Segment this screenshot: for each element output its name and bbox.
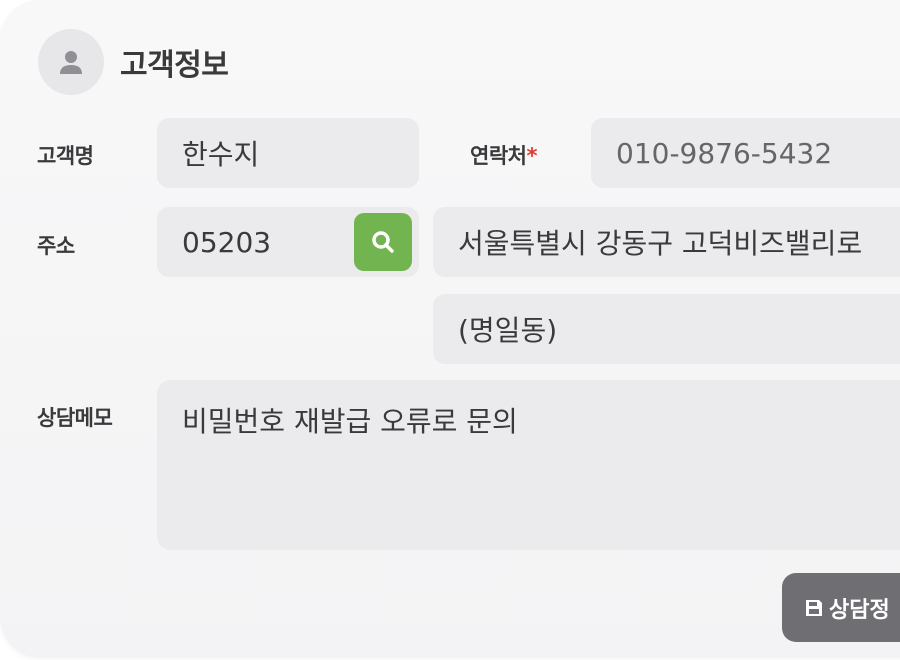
floppy-disk-icon	[806, 599, 822, 616]
address1-field[interactable]: 서울특별시 강동구 고덕비즈밸리로	[433, 207, 900, 277]
address-search-button[interactable]	[354, 213, 412, 271]
page-title: 고객정보	[120, 48, 229, 83]
save-consultation-button[interactable]: 상담정	[782, 573, 900, 642]
avatar	[38, 29, 104, 95]
address-label: 주소	[37, 234, 75, 258]
memo-label: 상담메모	[37, 406, 113, 430]
phone-label: 연락처*	[470, 140, 537, 170]
save-button-label: 상담정	[829, 597, 890, 623]
search-icon	[372, 231, 394, 253]
address2-field[interactable]: (명일동)	[433, 294, 900, 364]
required-mark: *	[526, 144, 537, 168]
card-header: 고객정보	[38, 29, 229, 95]
customer-info-card: 고객정보 고객명 한수지 연락처* 010-9876-5432 주소 05203…	[0, 0, 900, 658]
user-icon	[60, 51, 82, 74]
phone-field[interactable]: 010-9876-5432	[591, 118, 900, 188]
phone-label-text: 연락처	[470, 144, 527, 168]
name-label: 고객명	[37, 144, 94, 168]
memo-textarea[interactable]: 비밀번호 재발급 오류로 문의	[157, 380, 900, 550]
name-field[interactable]: 한수지	[157, 118, 419, 188]
